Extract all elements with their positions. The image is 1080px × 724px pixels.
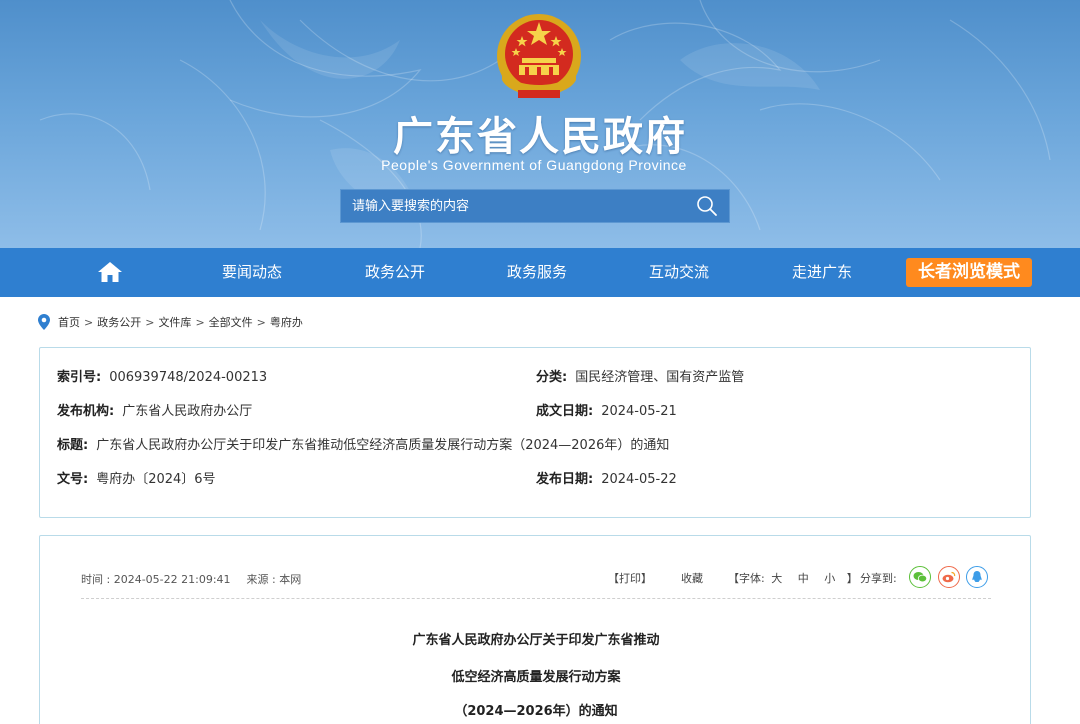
font-large-button[interactable]: 大 — [771, 572, 782, 585]
site-title: 广东省人民政府 — [393, 114, 687, 160]
info-value: 广东省人民政府办公厅 — [122, 404, 253, 419]
breadcrumb-file-library[interactable]: 文件库 — [158, 314, 191, 330]
search-button[interactable] — [685, 190, 729, 222]
article-panel: 时间 : 2024-05-22 21:09:41 来源 : 本网 【打印】 收藏 … — [39, 535, 1031, 724]
info-value: 粤府办〔2024〕6号 — [96, 472, 216, 487]
site-subtitle: People's Government of Guangdong Provinc… — [381, 157, 687, 173]
meta-divider — [81, 598, 991, 599]
info-label: 标题: — [57, 438, 89, 453]
share-label: 分享到: — [860, 572, 897, 585]
info-value: 广东省人民政府办公厅关于印发广东省推动低空经济高质量发展行动方案（2024—20… — [96, 438, 670, 453]
print-button[interactable]: 【打印】 — [608, 570, 652, 586]
font-size-control: 【字体: 大 中 小 】 — [728, 570, 858, 586]
info-index-no: 索引号: 006939748/2024-00213 — [57, 366, 267, 385]
qq-glyph — [972, 571, 982, 582]
wechat-icon[interactable] — [909, 566, 931, 588]
info-publish-date: 发布日期: 2024-05-22 — [536, 468, 677, 487]
article-source: 来源 : 本网 — [246, 573, 302, 586]
info-label: 发布机构: — [57, 404, 115, 419]
favorite-button[interactable]: 收藏 — [681, 570, 703, 586]
info-doc-no: 文号: 粤府办〔2024〕6号 — [57, 468, 216, 487]
font-small-button[interactable]: 小 — [824, 572, 835, 585]
font-size-close: 】 — [846, 572, 858, 585]
nav-item-gov-affairs-open[interactable]: 政务公开 — [365, 248, 425, 297]
breadcrumb-separator: > — [256, 315, 266, 329]
nav-item-news[interactable]: 要闻动态 — [222, 248, 282, 297]
weibo-glyph — [942, 571, 956, 583]
info-category: 分类: 国民经济管理、国有资产监管 — [536, 366, 744, 385]
location-pin-icon — [38, 314, 50, 330]
info-label: 索引号: — [57, 370, 102, 385]
breadcrumb-current[interactable]: 粤府办 — [270, 314, 303, 330]
info-label: 成文日期: — [536, 404, 594, 419]
breadcrumb-separator: > — [145, 315, 155, 329]
nav-item-about-guangdong[interactable]: 走进广东 — [792, 248, 852, 297]
breadcrumb: 首页 > 政务公开 > 文件库 > 全部文件 > 粤府办 — [38, 313, 303, 331]
breadcrumb-separator: > — [84, 315, 94, 329]
info-value: 国民经济管理、国有资产监管 — [575, 370, 745, 385]
info-label: 文号: — [57, 472, 89, 487]
home-icon[interactable] — [96, 260, 124, 284]
info-label: 发布日期: — [536, 472, 594, 487]
document-title-line-2: 低空经济高质量发展行动方案 — [451, 670, 621, 685]
document-title-line-1: 广东省人民政府办公厅关于印发广东省推动 — [412, 633, 660, 648]
elder-mode-button[interactable]: 长者浏览模式 — [906, 258, 1032, 287]
search-icon — [697, 196, 717, 216]
weibo-icon[interactable] — [938, 566, 960, 588]
info-title: 标题: 广东省人民政府办公厅关于印发广东省推动低空经济高质量发展行动方案（2024… — [57, 434, 669, 453]
info-label: 分类: — [536, 370, 568, 385]
qq-icon[interactable] — [966, 566, 988, 588]
document-info-panel: 索引号: 006939748/2024-00213 分类: 国民经济管理、国有资产监… — [39, 347, 1031, 518]
info-value: 2024-05-22 — [601, 472, 677, 487]
search-box — [340, 189, 730, 223]
search-input[interactable] — [341, 190, 685, 222]
info-publisher: 发布机构: 广东省人民政府办公厅 — [57, 400, 252, 419]
font-medium-button[interactable]: 中 — [798, 572, 809, 585]
nav-item-gov-services[interactable]: 政务服务 — [507, 248, 567, 297]
nav-item-interaction[interactable]: 互动交流 — [649, 248, 709, 297]
national-emblem-icon — [497, 14, 581, 98]
breadcrumb-separator: > — [195, 315, 205, 329]
info-written-date: 成文日期: 2024-05-21 — [536, 400, 677, 419]
info-value: 2024-05-21 — [601, 404, 677, 419]
article-time: 时间 : 2024-05-22 21:09:41 — [81, 573, 231, 586]
font-size-label: 【字体: — [728, 572, 765, 585]
document-title-line-3: （2024—2026年）的通知 — [454, 704, 618, 719]
info-value: 006939748/2024-00213 — [109, 370, 268, 385]
wechat-glyph — [913, 572, 927, 583]
site-header: 广东省人民政府 People's Government of Guangdong… — [0, 0, 1080, 248]
breadcrumb-gov-affairs-open[interactable]: 政务公开 — [97, 314, 141, 330]
article-meta: 时间 : 2024-05-22 21:09:41 来源 : 本网 — [81, 571, 301, 587]
breadcrumb-home[interactable]: 首页 — [58, 314, 80, 330]
breadcrumb-all-files[interactable]: 全部文件 — [209, 314, 253, 330]
